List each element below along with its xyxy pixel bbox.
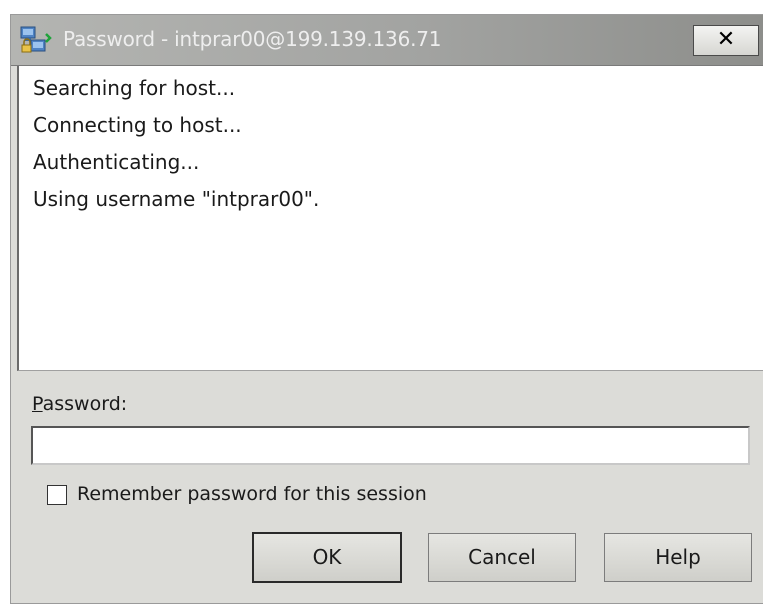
log-line: Searching for host... bbox=[33, 76, 236, 100]
log-line: Using username "intprar00". bbox=[33, 187, 320, 211]
close-button[interactable]: ✕ bbox=[693, 25, 759, 56]
remember-password-checkbox[interactable] bbox=[47, 485, 67, 505]
password-label-mnemonic: P bbox=[32, 393, 43, 415]
password-dialog: Password - intprar00@199.139.136.71 ✕ Se… bbox=[10, 14, 763, 604]
putty-terminal-icon bbox=[20, 26, 52, 53]
password-label: Password: bbox=[32, 393, 127, 415]
close-icon: ✕ bbox=[716, 27, 736, 52]
title-bar[interactable]: Password - intprar00@199.139.136.71 ✕ bbox=[11, 15, 763, 66]
session-log: Searching for host... Connecting to host… bbox=[17, 66, 763, 371]
password-label-text: assword: bbox=[42, 393, 128, 415]
log-line: Authenticating... bbox=[33, 150, 200, 174]
remember-password-label[interactable]: Remember password for this session bbox=[77, 483, 427, 505]
log-line: Connecting to host... bbox=[33, 113, 242, 137]
password-input[interactable] bbox=[31, 426, 750, 465]
cancel-button[interactable]: Cancel bbox=[428, 533, 576, 582]
window-title: Password - intprar00@199.139.136.71 bbox=[63, 27, 442, 51]
ok-button[interactable]: OK bbox=[252, 532, 402, 583]
help-button[interactable]: Help bbox=[604, 533, 752, 582]
